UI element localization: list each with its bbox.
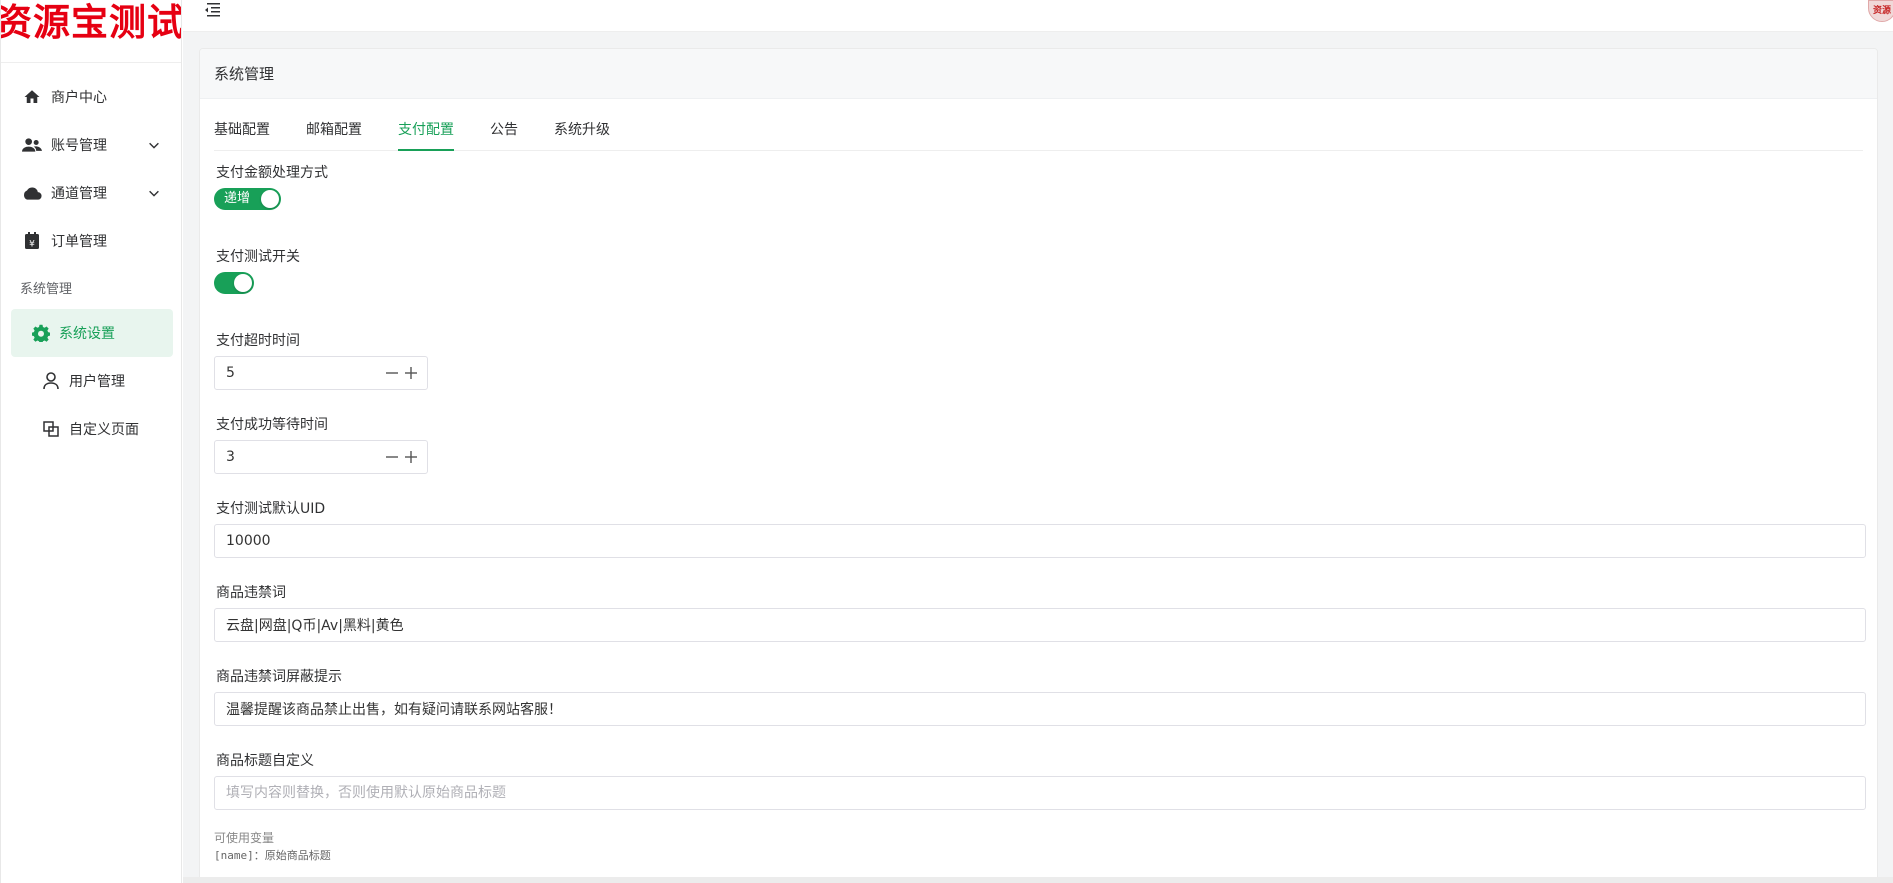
title-custom-field	[214, 776, 1866, 810]
logo[interactable]: 资源宝测试	[1, 0, 181, 63]
minus-icon[interactable]	[384, 449, 400, 465]
success-wait-label: 支付成功等待时间	[216, 417, 328, 433]
tab-basic[interactable]: 基础配置	[214, 119, 270, 150]
gear-icon	[31, 323, 51, 343]
success-wait-stepper	[214, 440, 428, 474]
payment-form: 支付金额处理方式 递增 支付测试开关 支付超时时间 5 支付成功等待时间 3 支…	[200, 151, 1877, 865]
timeout-label: 支付超时时间	[216, 333, 300, 349]
timeout-input[interactable]	[215, 357, 365, 389]
horizontal-scrollbar[interactable]	[183, 877, 1893, 883]
tab-announcement[interactable]: 公告	[490, 119, 518, 150]
users-icon	[22, 135, 42, 155]
switch-knob	[261, 190, 279, 208]
test-uid-field	[214, 524, 1866, 558]
sidebar-item-merchant-center[interactable]: 商户中心	[1, 73, 181, 121]
sidebar: 资源宝测试 商户中心 账号管理 通道管理 ¥ 订单管理 系统管理 系统设置 用户…	[0, 0, 182, 883]
sidebar-item-label: 订单管理	[51, 234, 107, 250]
chevron-down-icon	[149, 142, 159, 149]
sidebar-item-user-management[interactable]: 用户管理	[11, 357, 173, 405]
sidebar-item-custom-pages[interactable]: 自定义页面	[11, 405, 173, 453]
timeout-stepper	[214, 356, 428, 390]
sidebar-group-title: 系统管理	[20, 281, 73, 297]
test-switch[interactable]	[214, 272, 254, 294]
form-item-test-switch: 支付测试开关	[214, 247, 1863, 331]
form-item-banned-tip: 商品违禁词屏蔽提示	[214, 667, 1866, 751]
top-header: 资源宝	[183, 0, 1893, 32]
banned-tip-label: 商品违禁词屏蔽提示	[216, 669, 342, 685]
title-custom-input[interactable]	[215, 777, 1865, 809]
pages-icon	[41, 419, 61, 439]
banned-words-field	[214, 608, 1866, 642]
sidebar-item-label: 商户中心	[51, 90, 107, 106]
plus-icon[interactable]	[403, 449, 419, 465]
form-item-timeout: 支付超时时间	[214, 331, 1863, 415]
sidebar-item-channels[interactable]: 通道管理	[1, 169, 181, 217]
sidebar-nav: 商户中心 账号管理 通道管理 ¥ 订单管理 系统管理 系统设置 用户管理 自定义…	[1, 63, 181, 453]
settings-tabs: 基础配置 邮箱配置 支付配置 公告 系统升级	[214, 99, 1863, 151]
avatar-text: 资源宝	[1872, 6, 1891, 16]
form-item-title-custom: 商品标题自定义	[214, 751, 1866, 835]
minus-icon[interactable]	[384, 365, 400, 381]
banned-words-label: 商品违禁词	[216, 585, 286, 601]
form-item-amount-mode: 支付金额处理方式 递增	[214, 163, 1863, 247]
variables-hint-line: [name]：原始商品标题	[214, 849, 331, 862]
test-uid-label: 支付测试默认UID	[216, 501, 326, 517]
sidebar-item-system-settings[interactable]: 系统设置	[11, 309, 173, 357]
form-item-success-wait: 支付成功等待时间	[214, 415, 1863, 499]
tab-payment[interactable]: 支付配置	[398, 119, 454, 151]
svg-text:¥: ¥	[29, 240, 35, 250]
card-title: 系统管理	[200, 49, 1877, 99]
order-icon: ¥	[22, 231, 42, 251]
avatar[interactable]: 资源宝	[1868, 0, 1893, 22]
user-icon	[41, 371, 61, 391]
sidebar-item-label: 自定义页面	[69, 422, 139, 438]
banned-words-input[interactable]	[215, 609, 1865, 641]
plus-icon[interactable]	[403, 365, 419, 381]
form-item-banned-words: 商品违禁词	[214, 583, 1866, 667]
sidebar-item-label: 通道管理	[51, 186, 107, 202]
sidebar-item-label: 系统设置	[59, 326, 115, 342]
sidebar-item-accounts[interactable]: 账号管理	[1, 121, 181, 169]
switch-knob	[234, 274, 252, 292]
cloud-icon	[22, 183, 42, 203]
sidebar-item-label: 用户管理	[69, 374, 125, 390]
chevron-down-icon	[149, 190, 159, 197]
sidebar-item-orders[interactable]: ¥ 订单管理	[1, 217, 181, 265]
logo-text: 资源宝测试	[1, 0, 181, 44]
amount-mode-switch-text: 递增	[224, 191, 251, 206]
banned-tip-input[interactable]	[215, 693, 1865, 725]
amount-mode-label: 支付金额处理方式	[216, 165, 328, 181]
home-icon	[22, 87, 42, 107]
test-uid-input[interactable]	[215, 525, 1865, 557]
success-wait-input[interactable]	[215, 441, 365, 473]
settings-card: 系统管理 基础配置 邮箱配置 支付配置 公告 系统升级 支付金额处理方式 递增	[199, 48, 1878, 883]
tab-email[interactable]: 邮箱配置	[306, 119, 362, 150]
menu-toggle-icon[interactable]	[203, 2, 221, 18]
main-content: 系统管理 基础配置 邮箱配置 支付配置 公告 系统升级 支付金额处理方式 递增	[183, 32, 1893, 883]
title-custom-label: 商品标题自定义	[216, 753, 314, 769]
sidebar-item-label: 账号管理	[51, 138, 107, 154]
form-item-test-uid: 支付测试默认UID	[214, 499, 1866, 583]
test-switch-label: 支付测试开关	[216, 249, 300, 265]
banned-tip-field	[214, 692, 1866, 726]
tab-upgrade[interactable]: 系统升级	[554, 119, 610, 150]
amount-mode-switch[interactable]: 递增	[214, 188, 281, 210]
